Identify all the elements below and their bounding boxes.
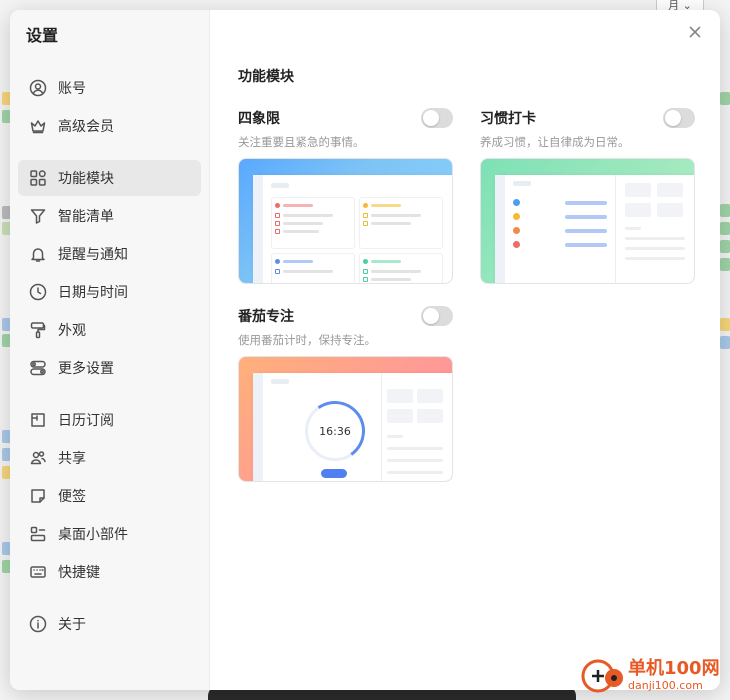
habit-toggle[interactable] xyxy=(663,108,695,128)
watermark-logo-icon xyxy=(580,656,626,694)
section-title: 功能模块 xyxy=(238,69,294,85)
card-title: 四象限 xyxy=(238,111,280,127)
timer-text: 16:36 xyxy=(319,424,351,438)
card-description: 关注重要且紧急的事情。 xyxy=(238,135,365,149)
sidebar-item-label: 智能清单 xyxy=(58,209,114,225)
timer-ring: 16:36 xyxy=(300,396,370,466)
sidebar-item-label: 高级会员 xyxy=(58,119,114,135)
sidebar-item-label: 账号 xyxy=(58,81,86,97)
event-strip xyxy=(720,336,730,349)
pomodoro-toggle[interactable] xyxy=(421,306,453,326)
event-strip xyxy=(720,222,730,235)
sidebar-item-premium[interactable]: 高级会员 xyxy=(18,108,201,144)
grid-icon xyxy=(28,168,48,188)
module-card-quadrant: 四象限 关注重要且紧急的事情。 xyxy=(238,108,453,284)
sidebar-item-appearance[interactable]: 外观 xyxy=(18,312,201,348)
note-icon xyxy=(28,486,48,506)
settings-dialog: 设置 账号 高级会员 功能模块 智能清单 提醒与通知 日期与时间 外观 更多设置… xyxy=(10,10,720,690)
crown-icon xyxy=(28,116,48,136)
module-card-pomodoro: 番茄专注 使用番茄计时，保持专注。 16:36 xyxy=(238,306,453,482)
sidebar-item-about[interactable]: 关于 xyxy=(18,606,201,642)
sidebar-item-smart-list[interactable]: 智能清单 xyxy=(18,198,201,234)
sidebar-item-modules[interactable]: 功能模块 xyxy=(18,160,201,196)
module-card-habit: 习惯打卡 养成习惯，让自律成为日常。 xyxy=(480,108,695,284)
quadrant-preview-image xyxy=(238,158,453,284)
quadrant-toggle[interactable] xyxy=(421,108,453,128)
keyboard-icon xyxy=(28,562,48,582)
close-icon xyxy=(688,24,702,43)
card-description: 使用番茄计时，保持专注。 xyxy=(238,333,376,347)
sidebar-item-label: 外观 xyxy=(58,323,86,339)
event-strip xyxy=(720,240,730,253)
sidebar-item-more-settings[interactable]: 更多设置 xyxy=(18,350,201,386)
calendar-subscribe-icon xyxy=(28,410,48,430)
event-strip xyxy=(720,204,730,217)
sidebar-item-reminders[interactable]: 提醒与通知 xyxy=(18,236,201,272)
event-strip xyxy=(720,318,730,331)
sidebar-item-label: 日期与时间 xyxy=(58,285,128,301)
sidebar-item-label: 便签 xyxy=(58,489,86,505)
sidebar-item-shortcuts[interactable]: 快捷键 xyxy=(18,554,201,590)
sidebar-item-label: 快捷键 xyxy=(58,565,100,581)
pomodoro-preview-image: 16:36 xyxy=(238,356,453,482)
sidebar-item-widgets[interactable]: 桌面小部件 xyxy=(18,516,201,552)
clock-icon xyxy=(28,282,48,302)
sidebar-item-label: 关于 xyxy=(58,617,86,633)
sidebar-item-label: 桌面小部件 xyxy=(58,527,128,543)
sidebar-item-label: 日历订阅 xyxy=(58,413,114,429)
card-title: 番茄专注 xyxy=(238,309,294,325)
toggle-settings-icon xyxy=(28,358,48,378)
sidebar-item-label: 更多设置 xyxy=(58,361,114,377)
module-cards: 四象限 关注重要且紧急的事情。 习惯打卡 养成习惯，让自律成为日常。 番茄专注 … xyxy=(238,108,720,482)
event-strip xyxy=(720,92,730,105)
sidebar-item-notes[interactable]: 便签 xyxy=(18,478,201,514)
habit-preview-image xyxy=(480,158,695,284)
modules-panel: 功能模块 四象限 关注重要且紧急的事情。 习惯打卡 养成习惯，让自律成为日常。 … xyxy=(210,10,720,690)
sidebar-item-date-time[interactable]: 日期与时间 xyxy=(18,274,201,310)
sidebar-item-label: 共享 xyxy=(58,451,86,467)
close-button[interactable] xyxy=(688,24,706,42)
card-title: 习惯打卡 xyxy=(480,111,536,127)
widget-icon xyxy=(28,524,48,544)
sidebar-item-label: 提醒与通知 xyxy=(58,247,128,263)
settings-sidebar: 设置 账号 高级会员 功能模块 智能清单 提醒与通知 日期与时间 外观 更多设置… xyxy=(10,10,210,690)
sidebar-item-account[interactable]: 账号 xyxy=(18,70,201,106)
event-strip xyxy=(720,258,730,271)
site-watermark: 单机100网 danji100.com xyxy=(580,656,720,694)
paint-roller-icon xyxy=(28,320,48,340)
user-icon xyxy=(28,78,48,98)
sidebar-item-share[interactable]: 共享 xyxy=(18,440,201,476)
card-description: 养成习惯，让自律成为日常。 xyxy=(480,135,630,149)
filter-icon xyxy=(28,206,48,226)
bell-icon xyxy=(28,244,48,264)
settings-title: 设置 xyxy=(26,26,59,45)
sidebar-item-calendar-subscribe[interactable]: 日历订阅 xyxy=(18,402,201,438)
watermark-title: 单机100网 xyxy=(628,657,720,679)
play-icon xyxy=(321,469,347,478)
sidebar-item-label: 功能模块 xyxy=(58,171,114,187)
info-icon xyxy=(28,614,48,634)
watermark-url: danji100.com xyxy=(628,678,703,692)
share-users-icon xyxy=(28,448,48,468)
